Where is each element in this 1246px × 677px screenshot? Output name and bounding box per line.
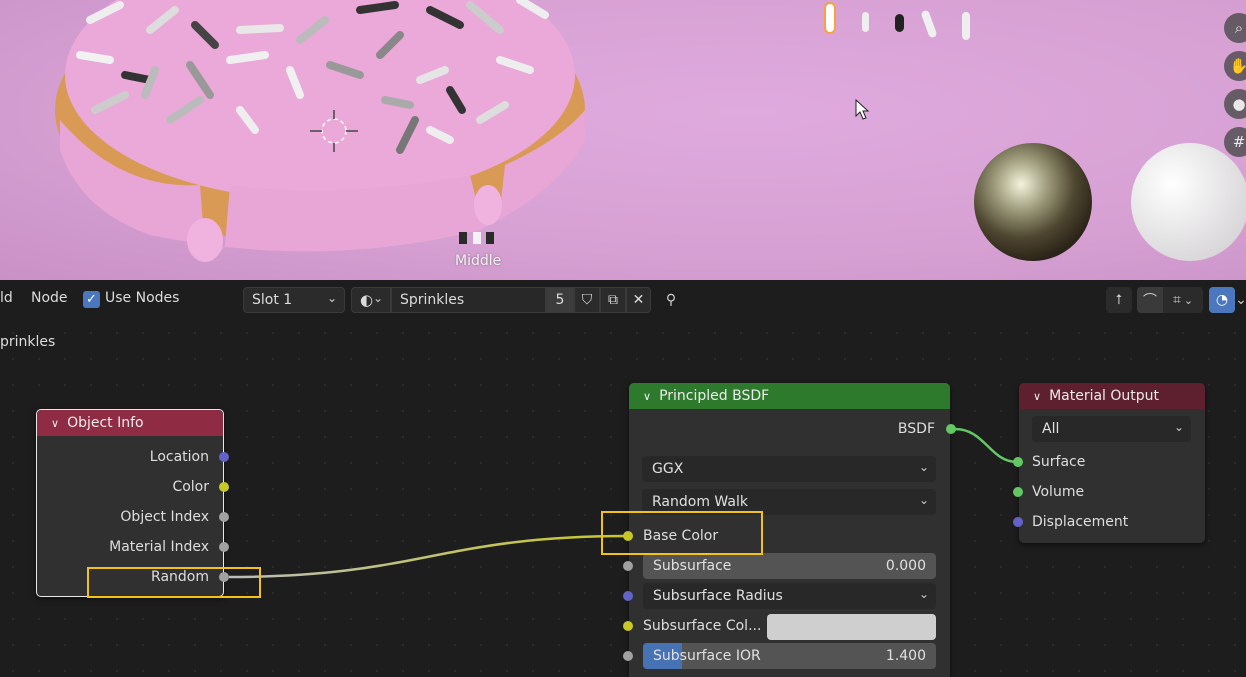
3d-viewport[interactable]: Middle ⌕ ✋ ● #: [0, 0, 1246, 280]
hdri-diffuse-sphere: [1131, 143, 1246, 261]
node-header[interactable]: ∨ Material Output: [1019, 383, 1205, 409]
output-color: Color: [172, 479, 209, 495]
fake-user-button[interactable]: ⛉: [574, 287, 600, 313]
input-subsurface-color: Subsurface Col...: [643, 618, 762, 634]
node-title: Object Info: [67, 415, 144, 431]
socket-material-index[interactable]: [219, 542, 229, 552]
parent-node-tree-icon[interactable]: ⭡: [1106, 287, 1132, 313]
chevron-down-icon: ⌄: [1183, 293, 1194, 307]
chevron-down-icon[interactable]: ∨: [1033, 390, 1041, 403]
snap-grid-icon: ⌗: [1172, 292, 1181, 308]
shield-icon: ⛉: [581, 292, 593, 308]
socket-bsdf[interactable]: [946, 424, 956, 434]
user-count-button[interactable]: 5: [546, 287, 574, 313]
subsurface-label: Subsurface: [653, 558, 732, 574]
node-header[interactable]: ∨ Object Info: [37, 410, 223, 436]
distribution-dropdown[interactable]: GGX ⌄: [642, 456, 936, 482]
chevron-down-icon: ⌄: [326, 291, 337, 305]
slot-value: Slot 1: [252, 292, 293, 308]
material-name-field[interactable]: Sprinkles: [391, 287, 546, 313]
highlight-base-color: [601, 511, 763, 555]
viewport-render: [55, 0, 1246, 262]
close-icon: ✕: [632, 292, 645, 308]
duplicate-icon: ⧉: [608, 292, 618, 308]
unlink-material-button[interactable]: ✕: [626, 287, 651, 313]
chevron-down-icon: ⌄: [1173, 420, 1184, 434]
socket-subsurface-ior[interactable]: [623, 651, 633, 661]
chevron-down-icon: ⌄: [918, 493, 929, 507]
slot-dropdown[interactable]: Slot 1 ⌄: [243, 287, 345, 313]
highlight-random: [87, 567, 261, 598]
output-material-index: Material Index: [109, 539, 209, 555]
pin-icon[interactable]: ⚲: [660, 287, 682, 313]
duplicate-material-button[interactable]: ⧉: [600, 287, 626, 313]
subsurface-slider[interactable]: Subsurface 0.000: [643, 553, 936, 579]
material-name: Sprinkles: [400, 292, 465, 308]
subsurface-radius-label: Subsurface Radius: [653, 588, 783, 604]
chevron-down-icon[interactable]: ∨: [643, 390, 651, 403]
link-random-to-basecolor: [228, 534, 629, 579]
material-sphere-icon: ◐: [360, 291, 374, 309]
overlays-toggle-icon[interactable]: ◔: [1209, 287, 1235, 313]
chevron-down-icon[interactable]: ∨: [51, 417, 59, 430]
input-volume: Volume: [1032, 484, 1085, 500]
output-bsdf: BSDF: [897, 421, 935, 437]
user-count: 5: [555, 292, 565, 308]
chevron-down-icon: ⌄: [918, 460, 929, 474]
chevron-down-icon: ⌄: [918, 587, 929, 601]
mouse-cursor-icon: [855, 98, 870, 120]
output-object-index: Object Index: [120, 509, 209, 525]
socket-location[interactable]: [219, 452, 229, 462]
use-nodes-label: Use Nodes: [105, 290, 180, 306]
subsurface-ior-value: 1.400: [885, 648, 926, 664]
target-dropdown[interactable]: All ⌄: [1032, 416, 1191, 442]
hdri-chrome-sphere: [974, 143, 1092, 261]
socket-displacement[interactable]: [1013, 517, 1023, 527]
lasso-icon[interactable]: ⌒: [1137, 287, 1163, 313]
subsurface-method-value: Random Walk: [652, 494, 748, 510]
input-surface: Surface: [1032, 454, 1086, 470]
chevron-down-icon: ⌄: [372, 291, 383, 305]
subsurface-radius-dropdown[interactable]: Subsurface Radius ⌄: [643, 583, 936, 609]
subsurface-ior-label: Subsurface IOR: [653, 648, 761, 664]
pan-hand-icon[interactable]: ✋: [1224, 51, 1246, 81]
subsurface-value: 0.000: [885, 558, 926, 574]
link-bsdf-to-surface: [954, 427, 1018, 464]
socket-subsurface-radius[interactable]: [623, 591, 633, 601]
camera-icon[interactable]: ●: [1224, 89, 1246, 119]
socket-surface[interactable]: [1013, 457, 1023, 467]
subsurface-ior-slider[interactable]: Subsurface IOR 1.400: [643, 643, 936, 669]
use-nodes-checkbox[interactable]: ✓: [83, 291, 100, 308]
node-editor-header: ld Node ✓ Use Nodes Slot 1 ⌄ ◐ ⌄ Sprinkl…: [0, 280, 1246, 320]
menu-add[interactable]: ld: [0, 290, 13, 306]
socket-object-index[interactable]: [219, 512, 229, 522]
distribution-value: GGX: [652, 461, 684, 477]
node-title: Material Output: [1049, 388, 1160, 404]
node-title: Principled BSDF: [659, 388, 770, 404]
chevron-down-icon[interactable]: ⌄: [1235, 287, 1246, 313]
node-header[interactable]: ∨ Principled BSDF: [629, 383, 950, 409]
material-browse-button[interactable]: ◐ ⌄: [351, 287, 391, 313]
socket-subsurface[interactable]: [623, 561, 633, 571]
output-location: Location: [149, 449, 209, 465]
target-value: All: [1042, 421, 1060, 437]
node-canvas[interactable]: prinkles ∨ Object Info Location Color Ob…: [0, 320, 1246, 677]
input-displacement: Displacement: [1032, 514, 1129, 530]
zoom-icon[interactable]: ⌕: [1224, 13, 1246, 43]
menu-node[interactable]: Node: [31, 290, 68, 306]
mouse-button-label: Middle: [455, 253, 502, 269]
socket-volume[interactable]: [1013, 487, 1023, 497]
grid-icon[interactable]: #: [1224, 127, 1246, 157]
socket-subsurface-color[interactable]: [623, 621, 633, 631]
subsurface-color-swatch[interactable]: [767, 614, 936, 640]
node-material-output[interactable]: ∨ Material Output All ⌄ Surface Volume D…: [1013, 383, 1205, 543]
middle-mouse-icon: [459, 232, 494, 244]
snap-dropdown[interactable]: ⌗ ⌄: [1163, 287, 1203, 313]
socket-color[interactable]: [219, 482, 229, 492]
